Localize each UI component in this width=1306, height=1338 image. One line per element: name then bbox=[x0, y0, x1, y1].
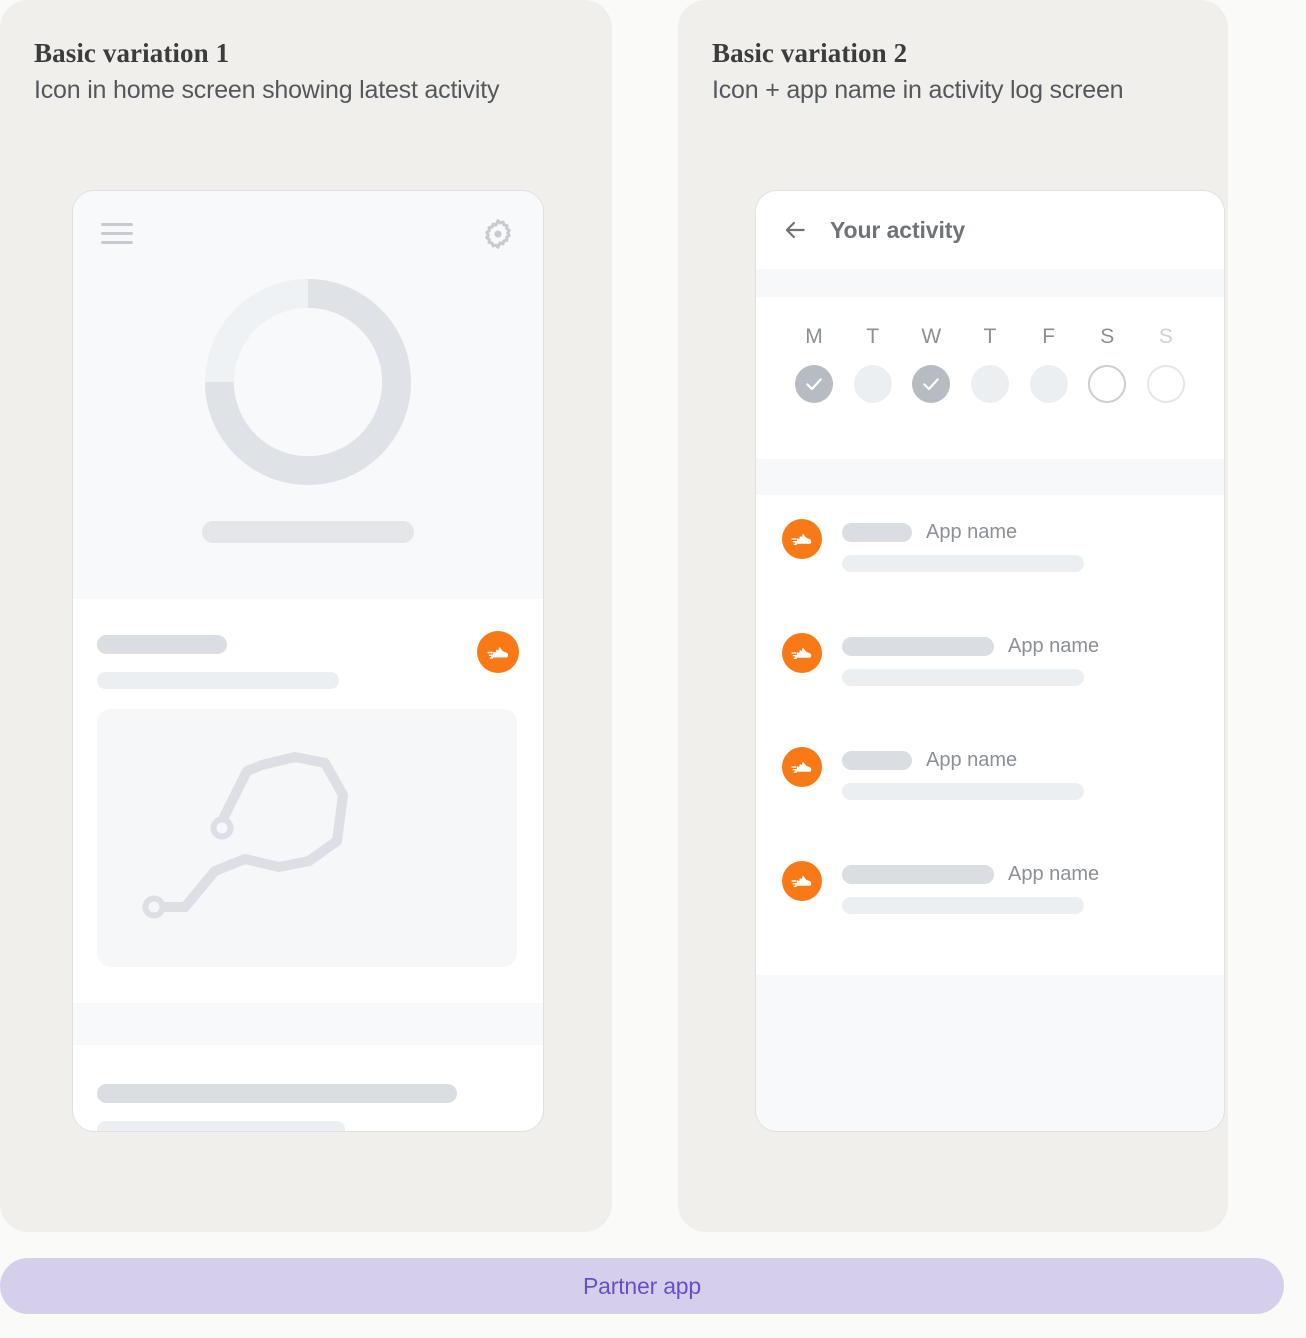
hamburger-menu-icon[interactable] bbox=[101, 223, 133, 244]
day-label-sat: S bbox=[1100, 325, 1115, 348]
day-indicator-wed[interactable] bbox=[912, 365, 951, 403]
home-hero-section bbox=[73, 191, 543, 599]
activity-log-footer-area bbox=[756, 975, 1224, 1131]
app-name-label: App name bbox=[926, 521, 1018, 543]
day-label-tue: T bbox=[866, 325, 880, 348]
table-row[interactable]: App name bbox=[756, 609, 1224, 723]
phone-mockup-activity-log: Your activity M T W T F S S App name App… bbox=[755, 190, 1225, 1132]
header-divider-band bbox=[756, 269, 1224, 297]
running-shoe-icon[interactable] bbox=[782, 633, 822, 673]
check-icon bbox=[923, 378, 940, 391]
running-shoe-icon[interactable] bbox=[477, 631, 519, 673]
list-divider-band bbox=[756, 459, 1224, 495]
running-shoe-icon[interactable] bbox=[782, 519, 822, 559]
log-row-secondary-placeholder bbox=[842, 897, 1084, 914]
activity-title-placeholder bbox=[97, 635, 227, 654]
table-row[interactable]: App name bbox=[756, 723, 1224, 837]
panel-2-subtitle: Icon + app name in activity log screen bbox=[712, 76, 1124, 104]
log-row-secondary-placeholder bbox=[842, 783, 1084, 800]
day-indicator-sun[interactable] bbox=[1146, 365, 1185, 403]
log-row-primary-line: App name bbox=[842, 749, 1100, 772]
day-label-wed: W bbox=[921, 325, 942, 348]
log-placeholder-bar bbox=[842, 523, 912, 542]
log-row-primary-line: App name bbox=[842, 521, 1100, 544]
activity-log-header: Your activity bbox=[756, 191, 1224, 269]
running-shoe-icon[interactable] bbox=[782, 861, 822, 901]
day-indicator-tue[interactable] bbox=[853, 365, 892, 403]
page-title: Your activity bbox=[830, 216, 966, 243]
footer-placeholder-bar-1 bbox=[97, 1084, 457, 1103]
log-row-primary-line: App name bbox=[842, 635, 1100, 658]
activity-log-list: App name App name App name App name bbox=[756, 495, 1224, 975]
day-label-thu: T bbox=[983, 325, 997, 348]
day-indicator-thu[interactable] bbox=[970, 365, 1009, 403]
panel-2-title: Basic variation 2 bbox=[712, 38, 908, 68]
gear-icon[interactable] bbox=[481, 217, 515, 251]
day-label-fri: F bbox=[1042, 325, 1056, 348]
route-map-illustration bbox=[97, 709, 517, 967]
panel-variation-1: Basic variation 1 Icon in home screen sh… bbox=[0, 0, 612, 1232]
log-row-primary-line: App name bbox=[842, 863, 1100, 886]
log-placeholder-bar bbox=[842, 865, 994, 884]
log-placeholder-bar bbox=[842, 637, 994, 656]
panel-1-subtitle: Icon in home screen showing latest activ… bbox=[34, 76, 500, 104]
day-indicator-mon[interactable] bbox=[795, 365, 833, 403]
day-label-mon: M bbox=[805, 325, 823, 348]
log-row-secondary-placeholder bbox=[842, 669, 1084, 686]
table-row[interactable]: App name bbox=[756, 495, 1224, 609]
design-spec-page: Basic variation 1 Icon in home screen sh… bbox=[0, 0, 1306, 1338]
partner-app-bar: Partner app bbox=[0, 1258, 1284, 1314]
week-day-labels: M T W T F S S bbox=[780, 297, 1200, 349]
day-indicator-fri[interactable] bbox=[1029, 365, 1068, 403]
partner-app-label: Partner app bbox=[583, 1272, 701, 1299]
footer-placeholder-bar-2 bbox=[97, 1121, 345, 1131]
activity-progress-ring bbox=[205, 279, 411, 485]
app-name-label: App name bbox=[1008, 635, 1100, 657]
day-indicator-sat[interactable] bbox=[1088, 365, 1127, 403]
back-arrow-icon[interactable] bbox=[782, 217, 808, 243]
check-icon bbox=[806, 378, 822, 391]
section-separator bbox=[73, 1003, 543, 1045]
app-name-label: App name bbox=[1008, 863, 1100, 885]
activity-subtitle-placeholder bbox=[97, 672, 339, 689]
hero-placeholder-bar bbox=[202, 521, 414, 543]
log-row-secondary-placeholder bbox=[842, 555, 1084, 572]
table-row[interactable]: App name bbox=[756, 837, 1224, 951]
app-name-label: App name bbox=[926, 749, 1018, 771]
day-label-sun: S bbox=[1158, 325, 1173, 348]
panel-1-title: Basic variation 1 bbox=[34, 38, 230, 68]
week-day-tracker: M T W T F S S bbox=[756, 297, 1224, 459]
phone-mockup-home-screen bbox=[72, 190, 544, 1132]
running-shoe-icon[interactable] bbox=[782, 747, 822, 787]
phone-mockup-activity-log-wrap: Your activity M T W T F S S App name App… bbox=[755, 190, 1225, 1132]
log-placeholder-bar bbox=[842, 751, 912, 770]
week-day-indicators bbox=[780, 349, 1200, 403]
